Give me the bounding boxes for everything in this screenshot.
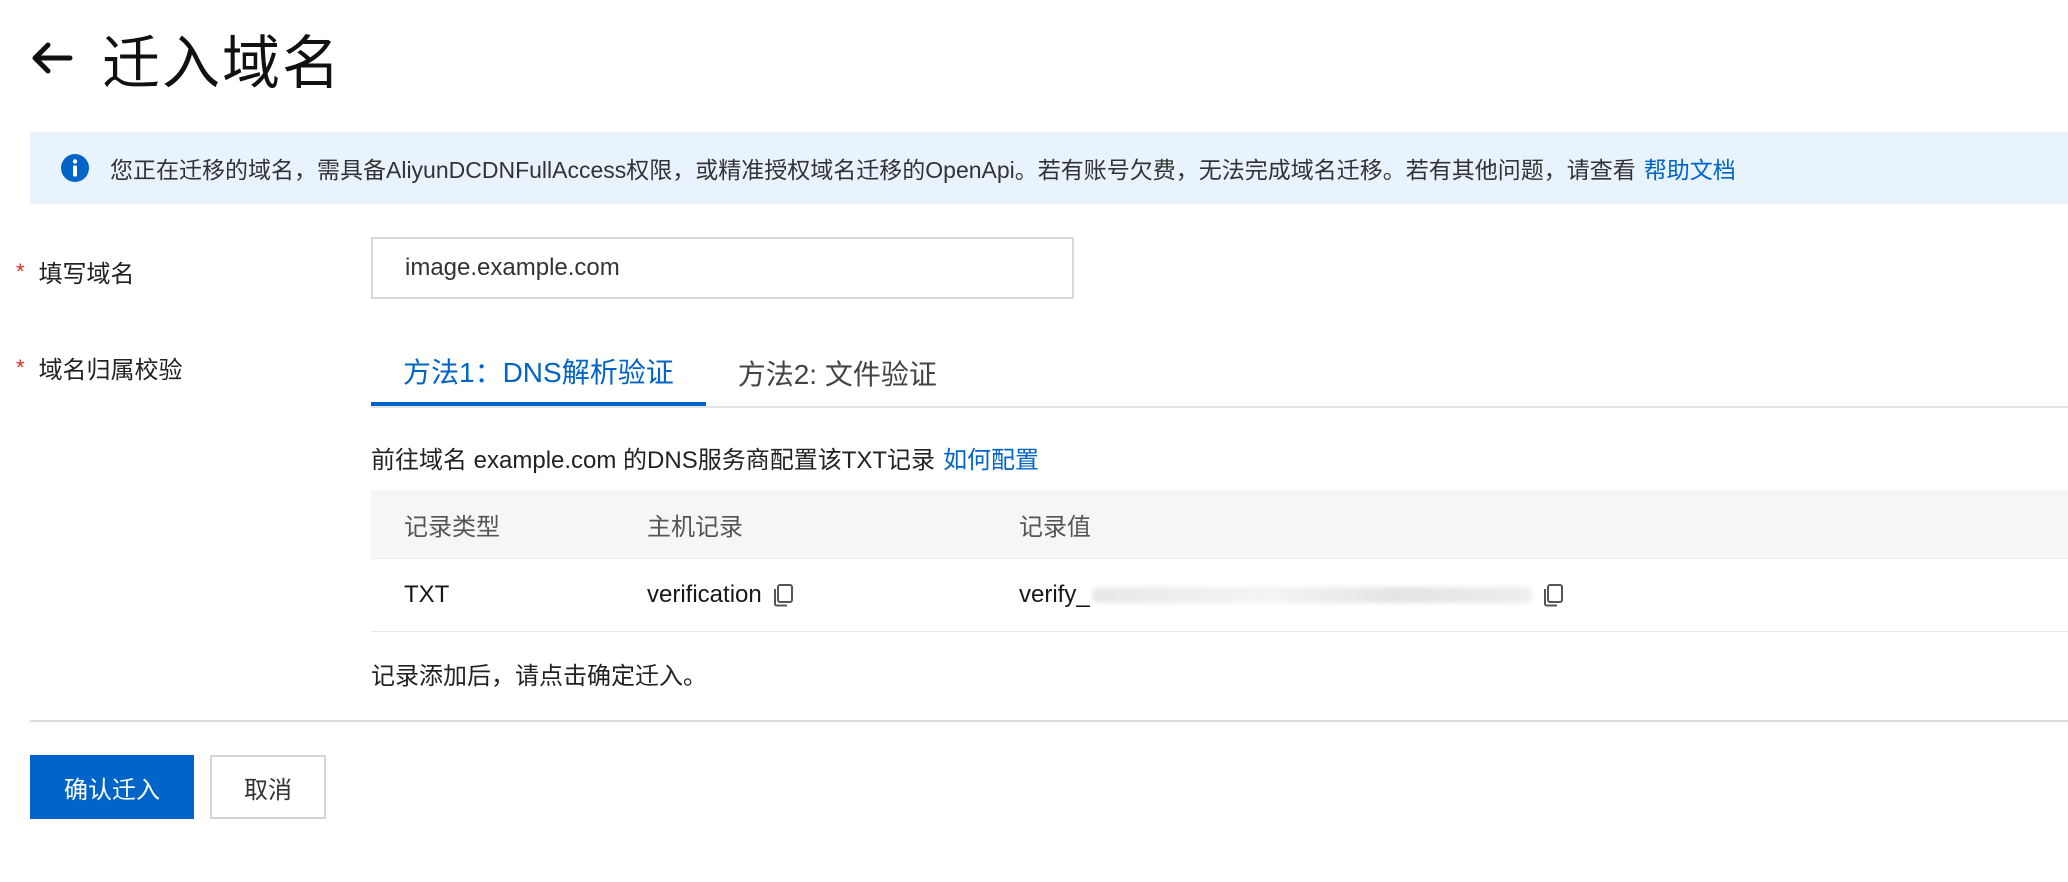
host-record-text: verification (647, 581, 762, 608)
required-mark: * (16, 258, 25, 284)
dns-instruction: 前往域名 example.com 的DNS服务商配置该TXT记录 如何配置 (371, 440, 1039, 475)
domain-field-label: * 填写域名 (16, 254, 135, 289)
tab-file-verification[interactable]: 方法2: 文件验证 (706, 340, 969, 406)
page-title: 迁入域名 (102, 29, 343, 97)
column-header-type: 记录类型 (404, 513, 500, 541)
confirm-migrate-button[interactable]: 确认迁入 (30, 755, 194, 819)
page-header: 迁入域名 (26, 22, 342, 97)
info-icon (61, 154, 89, 182)
notice-text: 您正在迁移的域名，需具备AliyunDCDNFullAccess权限，或精准授权… (110, 157, 1636, 183)
how-to-configure-link[interactable]: 如何配置 (943, 447, 1039, 474)
after-add-note: 记录添加后，请点击确定迁入。 (371, 663, 707, 690)
copy-icon[interactable] (1542, 583, 1564, 607)
table-row: TXT verification verify_ (371, 559, 2068, 632)
required-mark: * (16, 354, 25, 380)
table-header: 记录类型 主机记录 记录值 (371, 490, 2068, 559)
back-arrow-icon[interactable] (26, 32, 78, 84)
column-header-value: 记录值 (1019, 513, 1091, 541)
verification-tabs: 方法1：DNS解析验证 方法2: 文件验证 (371, 340, 2068, 408)
column-header-host: 主机记录 (647, 513, 743, 541)
info-notice-banner: 您正在迁移的域名，需具备AliyunDCDNFullAccess权限，或精准授权… (30, 132, 2068, 204)
record-value-text: verify_ (1019, 581, 1090, 608)
instruction-text: 前往域名 example.com 的DNS服务商配置该TXT记录 (371, 447, 936, 474)
cancel-button[interactable]: 取消 (210, 755, 326, 819)
verify-label-text: 域名归属校验 (38, 357, 183, 384)
domain-label-text: 填写域名 (38, 261, 135, 288)
redacted-value (1091, 587, 1532, 603)
copy-icon[interactable] (772, 583, 794, 607)
txt-record-table: 记录类型 主机记录 记录值 TXT verification verify_ (371, 490, 2068, 632)
help-docs-link[interactable]: 帮助文档 (1644, 151, 1736, 185)
record-type-cell: TXT (404, 581, 450, 608)
record-value-cell: verify_ (1019, 581, 2068, 609)
tab-dns-verification[interactable]: 方法1：DNS解析验证 (371, 340, 706, 406)
footer-divider (30, 720, 2068, 722)
verify-field-label: * 域名归属校验 (16, 350, 183, 385)
domain-input[interactable] (371, 237, 1074, 299)
host-record-cell: verification (643, 581, 1019, 609)
